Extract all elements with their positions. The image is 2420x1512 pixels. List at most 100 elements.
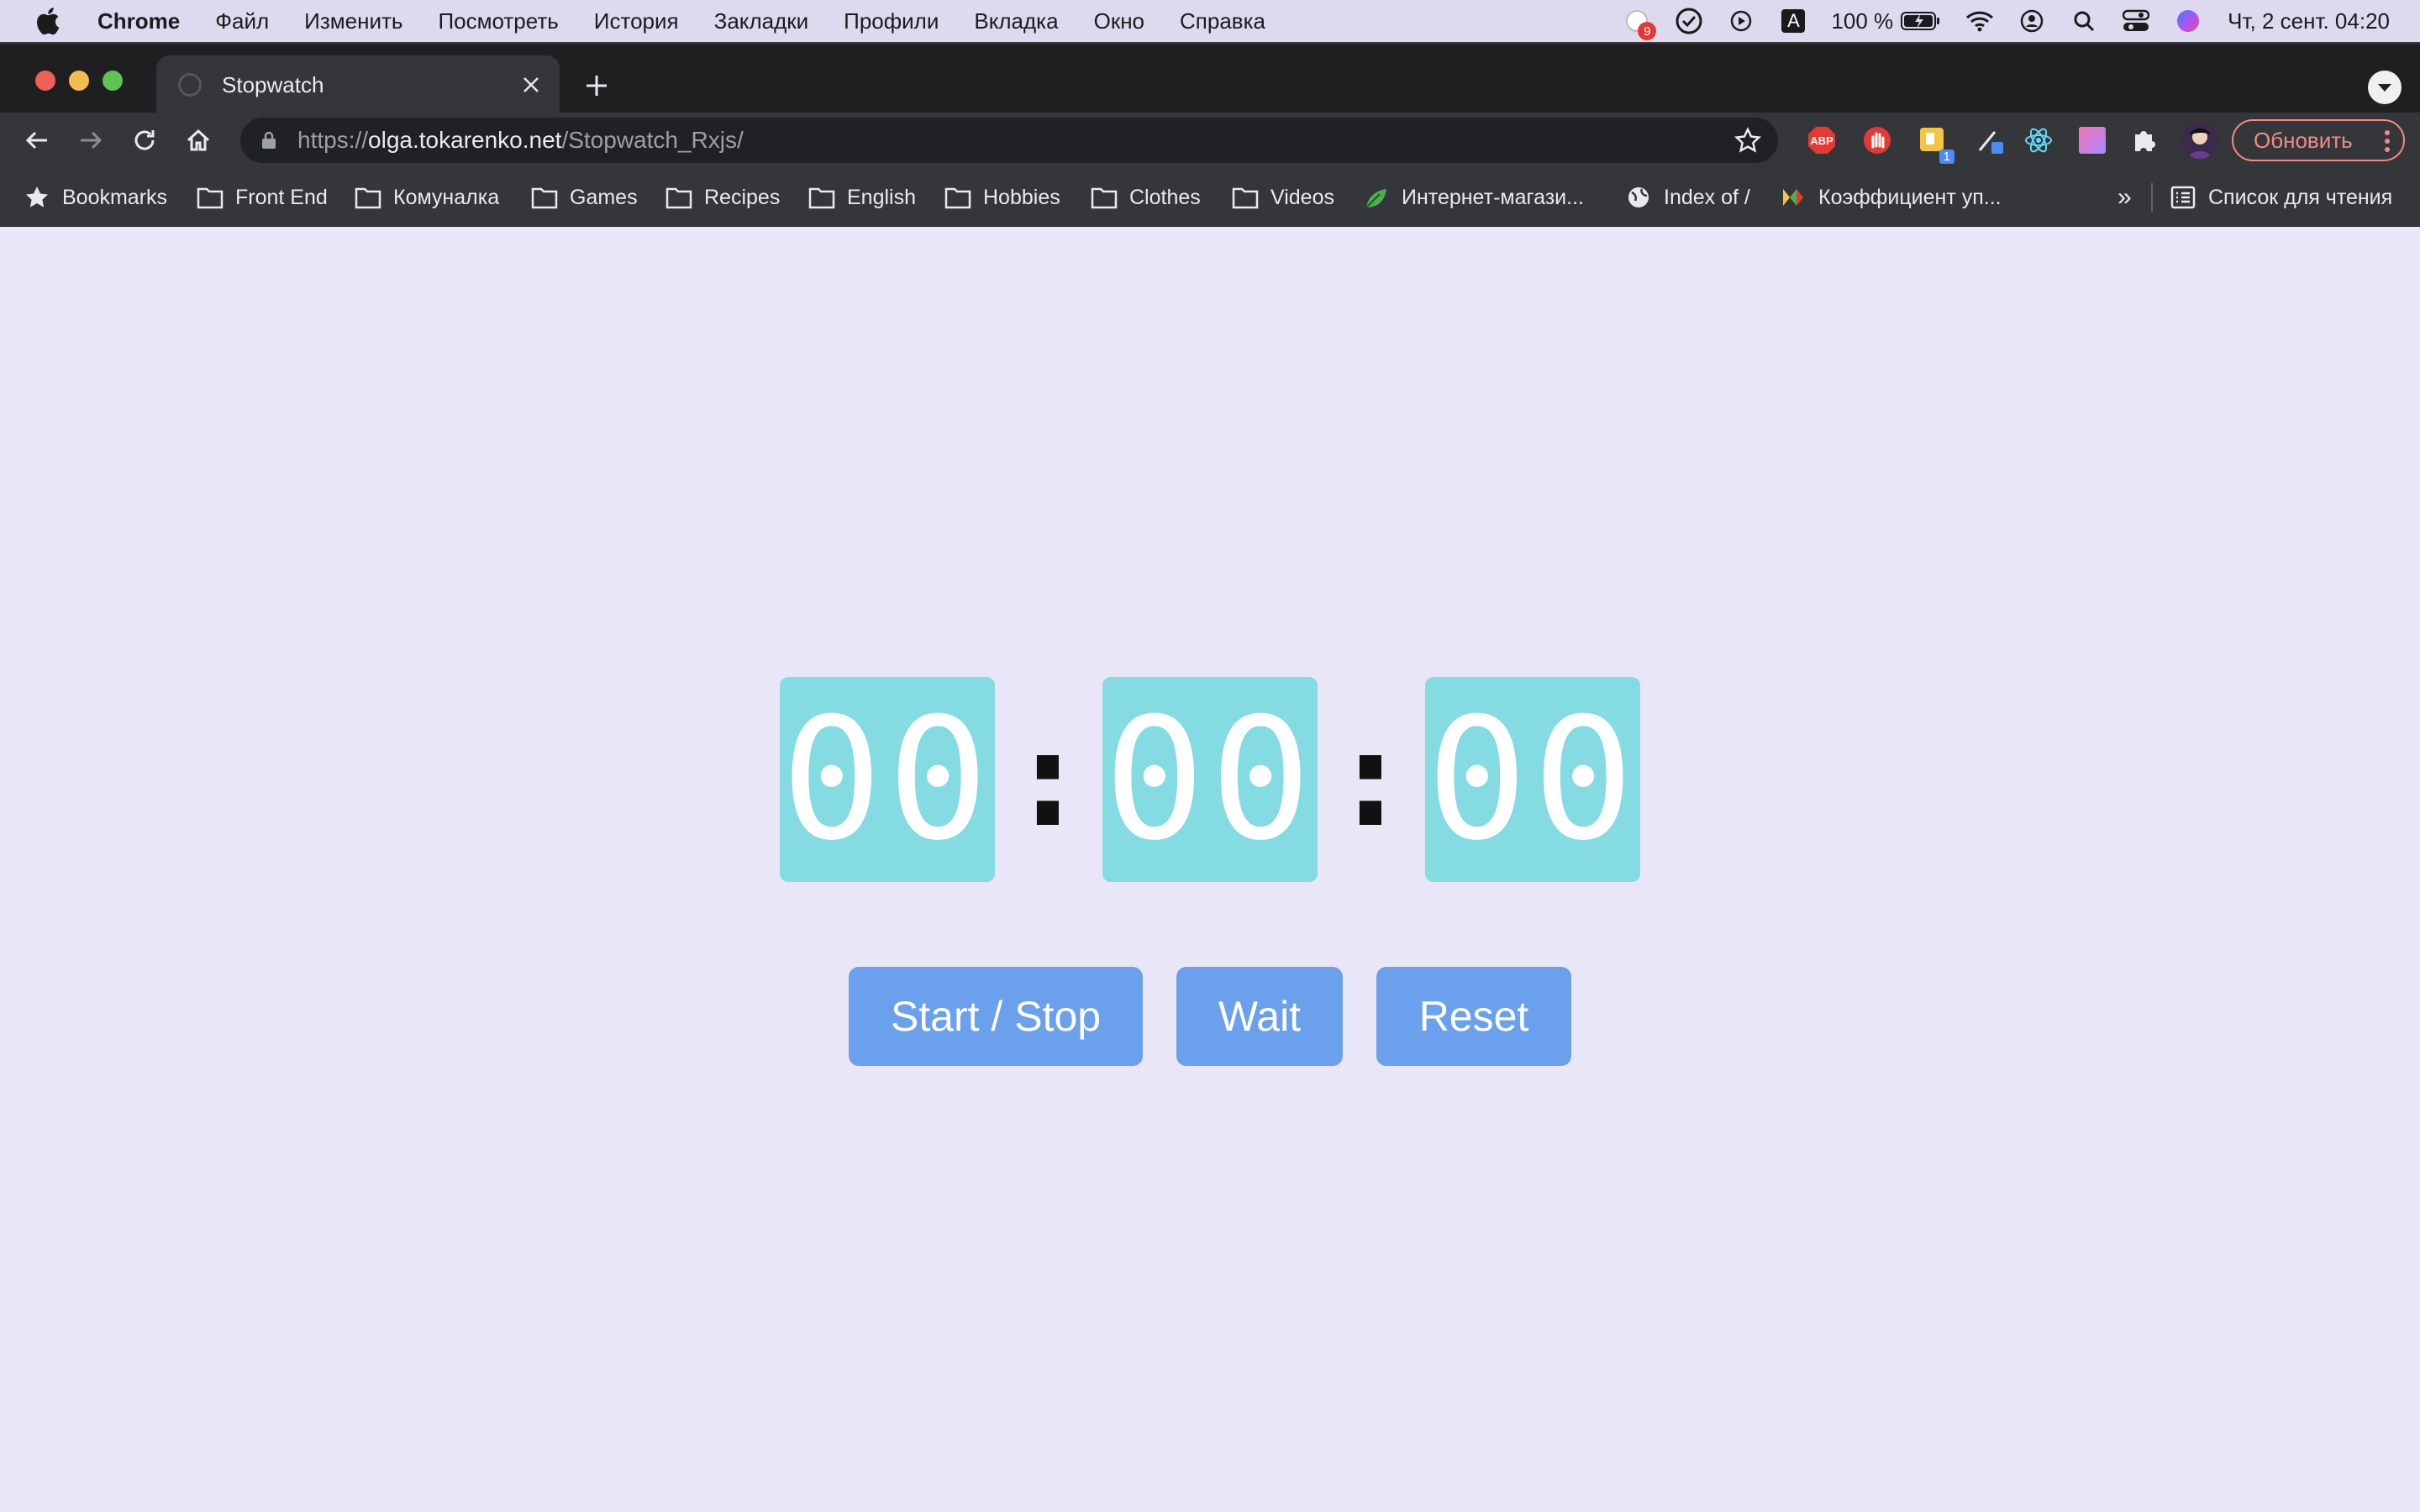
bookmark-folder-games[interactable]: Games [531,181,638,213]
bookmark-item-bookmarks[interactable]: Bookmarks [24,181,167,213]
window-close-button[interactable] [35,71,55,91]
url-path: /Stopwatch_Rxjs/ [561,127,744,153]
folder-icon [666,187,692,209]
start-stop-button[interactable]: Start / Stop [849,967,1143,1066]
gradient-extension-icon[interactable] [2077,125,2107,155]
control-center-icon[interactable] [2122,7,2150,35]
tab-close-icon[interactable] [514,68,548,102]
forward-arrow-icon[interactable] [72,122,109,159]
bookmark-folder-komunalka[interactable]: Комуналка [355,181,499,213]
bookmark-label: English [847,185,916,209]
keyboard-layout-icon[interactable]: A [1779,7,1807,35]
leaf-icon [1365,189,1386,208]
reset-button[interactable]: Reset [1376,967,1571,1066]
bookmark-label: Games [570,185,638,209]
lock-icon[interactable] [259,130,279,150]
bookmark-label: Интернет-магази... [1402,185,1584,209]
stopwatch-page: 00 : 00 : 00 Start / Stop Wait Reset [0,228,2420,1512]
menu-bookmarks[interactable]: Закладки [714,8,809,34]
colon-separator: : [1007,699,1089,857]
adblock-plus-icon[interactable]: ABP [1807,125,1837,155]
menu-profiles[interactable]: Профили [844,8,939,34]
hand-stop-extension-icon[interactable] [1862,125,1892,155]
new-tab-plus-icon[interactable] [580,69,613,102]
bookmarks-bar: Bookmarks Front End Комуналка Games Reci… [0,168,2420,227]
folder-icon [197,187,224,209]
apple-logo-icon[interactable] [34,5,66,37]
folder-icon [808,187,835,209]
menu-history[interactable]: История [594,8,679,34]
window-zoom-button[interactable] [103,71,123,91]
spotlight-search-icon[interactable] [2070,7,2098,35]
globe-icon [1628,187,1649,207]
tab-stopwatch[interactable]: Stopwatch [156,55,560,114]
color-picker-extension-icon[interactable] [1975,125,2005,155]
clock-datetime[interactable]: Чт, 2 сент. 04:20 [2228,8,2390,34]
url-scheme: https:// [297,127,369,153]
bookmark-folder-recipes[interactable]: Recipes [666,181,780,213]
reload-icon[interactable] [126,122,163,159]
seconds-display: 00 [1425,677,1640,882]
url-host: olga.tokarenko.net [368,127,562,153]
bookmarks-divider [2151,183,2153,212]
menu-help[interactable]: Справка [1180,8,1265,34]
folder-icon [944,187,971,209]
play-circle-icon[interactable] [1727,7,1755,35]
wifi-icon[interactable] [1965,7,1994,35]
bookmark-label: Videos [1270,185,1334,209]
minutes-display: 00 [1102,677,1318,882]
address-bar[interactable]: https://olga.tokarenko.net/Stopwatch_Rxj… [240,118,1778,163]
bookmark-folder-hobbies[interactable]: Hobbies [944,181,1060,213]
menu-window[interactable]: Окно [1094,8,1144,34]
menu-tab[interactable]: Вкладка [974,8,1058,34]
react-devtools-icon[interactable] [2023,125,2054,155]
battery-icon[interactable] [1900,7,1942,35]
folder-icon [531,187,558,209]
home-icon[interactable] [180,122,217,159]
notes-extension-icon[interactable]: 1 [1918,125,1954,164]
menu-app-name[interactable]: Chrome [97,8,180,34]
menu-bar-tray: 9 A 100 % Чт, 2 сент. 04:20 [1599,0,2390,42]
checkmark-circle-icon[interactable] [1675,7,1703,35]
bookmark-label: Bookmarks [62,185,168,209]
menu-edit[interactable]: Изменить [304,8,402,34]
back-arrow-icon[interactable] [18,122,55,159]
reading-list-button[interactable]: Список для чтения [2170,181,2392,213]
bookmark-item-online-store[interactable]: Интернет-магази... [1363,181,1584,213]
more-vertical-icon[interactable] [2383,129,2391,154]
folder-icon [355,187,381,209]
user-account-icon[interactable] [2018,7,2046,35]
bookmark-item-coefficient[interactable]: Коэффициент уп... [1780,181,2002,213]
extension-badge: 1 [1939,150,1954,164]
update-label: Обновить [2254,127,2353,153]
bookmark-label: Коэффициент уп... [1818,185,2002,209]
tab-title: Stopwatch [222,71,324,97]
folder-icon [1091,187,1118,209]
bookmark-star-icon[interactable] [1734,127,1761,154]
siri-icon[interactable] [2174,7,2202,35]
tab-search-chevron-icon[interactable] [2368,71,2402,104]
bookmark-item-index-of[interactable]: Index of / [1625,181,1750,213]
reading-list-icon [2170,186,2196,209]
bookmarks-overflow-chevron[interactable]: » [2118,181,2132,213]
bookmark-label: Front End [235,185,328,209]
reading-list-label: Список для чтения [2208,185,2393,209]
wait-button[interactable]: Wait [1176,967,1343,1066]
extensions-puzzle-icon[interactable] [2129,125,2160,155]
battery-percent: 100 % [1831,8,1894,34]
bookmark-folder-english[interactable]: English [808,181,916,213]
profile-avatar[interactable] [2181,122,2218,159]
bookmark-folder-front-end[interactable]: Front End [197,181,328,213]
browser-toolbar: https://olga.tokarenko.net/Stopwatch_Rxj… [0,113,2420,168]
menu-file[interactable]: Файл [215,8,269,34]
bookmark-folder-videos[interactable]: Videos [1232,181,1334,213]
window-minimize-button[interactable] [69,71,89,91]
menu-view[interactable]: Посмотреть [438,8,558,34]
adblock-plus-label: ABP [1810,134,1833,147]
notification-icon[interactable]: 9 [1623,7,1657,40]
colon-separator: : [1329,699,1412,857]
keyboard-layout-label: A [1787,10,1800,31]
bookmark-folder-clothes[interactable]: Clothes [1091,181,1201,213]
update-chrome-button[interactable]: Обновить [2232,119,2405,161]
bookmark-label: Clothes [1129,185,1201,209]
